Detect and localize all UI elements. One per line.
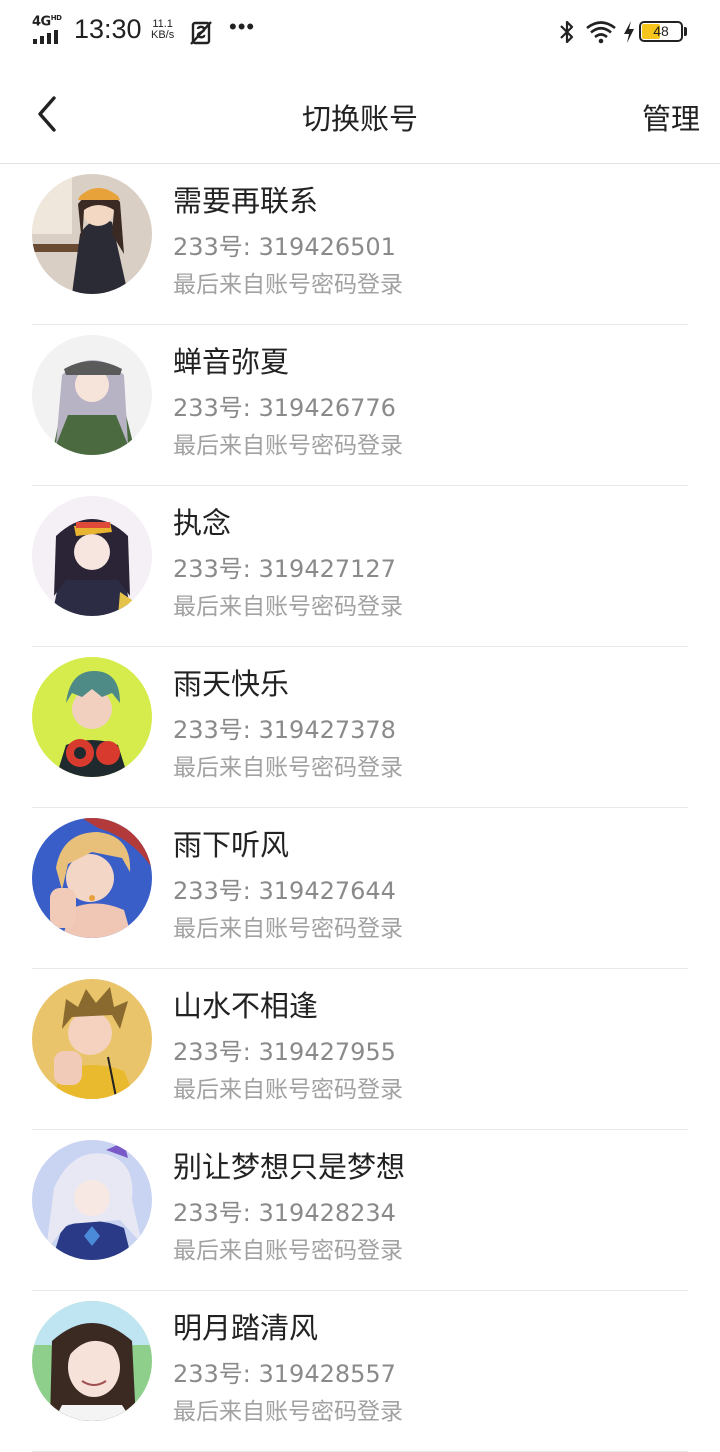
- last-login-method: 最后来自账号密码登录: [173, 272, 403, 298]
- status-bar: 4GHD 13:30 11.1 KB/s ••• 48: [0, 0, 720, 66]
- account-name: 蝉音弥夏: [173, 345, 290, 379]
- page-title: 切换账号: [301, 102, 418, 136]
- avatar[interactable]: [32, 657, 152, 777]
- account-name: 执念: [173, 506, 232, 540]
- battery-cap: [684, 27, 687, 36]
- avatar[interactable]: [32, 496, 152, 616]
- battery-icon: 48: [639, 21, 683, 42]
- avatar[interactable]: [32, 979, 152, 1099]
- account-list-item[interactable]: 明月踏清风 233号: 319428557 最后来自账号密码登录: [0, 1291, 720, 1452]
- account-list-item[interactable]: 雨下听风 233号: 319427644 最后来自账号密码登录: [0, 808, 720, 969]
- account-name: 雨天快乐: [173, 667, 290, 701]
- account-list-item[interactable]: 山水不相逢 233号: 319427955 最后来自账号密码登录: [0, 969, 720, 1130]
- account-id: 233号: 319427127: [173, 555, 396, 583]
- account-list-item[interactable]: 执念 233号: 319427127 最后来自账号密码登录: [0, 486, 720, 647]
- account-list-item[interactable]: 别让梦想只是梦想 233号: 319428234 最后来自账号密码登录: [0, 1130, 720, 1291]
- avatar[interactable]: [32, 335, 152, 455]
- account-list-item[interactable]: 需要再联系 233号: 319426501 最后来自账号密码登录: [0, 164, 720, 325]
- avatar[interactable]: [32, 818, 152, 938]
- account-id: 233号: 319427955: [173, 1038, 396, 1066]
- status-time: 13:30: [74, 14, 142, 44]
- wifi-icon: [586, 21, 616, 44]
- navigation-header: 切换账号 管理: [0, 66, 720, 164]
- account-name: 别让梦想只是梦想: [173, 1150, 406, 1184]
- account-id: 233号: 319428557: [173, 1360, 396, 1388]
- manage-button[interactable]: 管理: [642, 96, 700, 138]
- last-login-method: 最后来自账号密码登录: [173, 755, 403, 781]
- account-id: 233号: 319427644: [173, 877, 396, 905]
- last-login-method: 最后来自账号密码登录: [173, 594, 403, 620]
- network-speed: 11.1 KB/s: [151, 18, 175, 41]
- no-sim-icon: [190, 21, 212, 45]
- last-login-method: 最后来自账号密码登录: [173, 433, 403, 459]
- more-notifications-icon: •••: [229, 14, 256, 39]
- account-list-item[interactable]: 雨天快乐 233号: 319427378 最后来自账号密码登录: [0, 647, 720, 808]
- account-list: 需要再联系 233号: 319426501 最后来自账号密码登录 蝉音弥夏 23…: [0, 164, 720, 1452]
- account-name: 山水不相逢: [173, 989, 319, 1023]
- account-name: 明月踏清风: [173, 1311, 319, 1345]
- account-id: 233号: 319428234: [173, 1199, 396, 1227]
- account-id: 233号: 319426501: [173, 233, 396, 261]
- account-id: 233号: 319426776: [173, 394, 396, 422]
- avatar[interactable]: [32, 1140, 152, 1260]
- account-name: 需要再联系: [173, 184, 319, 218]
- bluetooth-icon: [560, 20, 574, 44]
- last-login-method: 最后来自账号密码登录: [173, 1238, 403, 1264]
- account-name: 雨下听风: [173, 828, 290, 862]
- last-login-method: 最后来自账号密码登录: [173, 1077, 403, 1103]
- last-login-method: 最后来自账号密码登录: [173, 916, 403, 942]
- avatar[interactable]: [32, 1301, 152, 1421]
- account-list-item[interactable]: 蝉音弥夏 233号: 319426776 最后来自账号密码登录: [0, 325, 720, 486]
- account-id: 233号: 319427378: [173, 716, 396, 744]
- last-login-method: 最后来自账号密码登录: [173, 1399, 403, 1425]
- charging-icon: [624, 21, 634, 43]
- cellular-signal-icon: 4GHD: [32, 14, 68, 44]
- avatar[interactable]: [32, 174, 152, 294]
